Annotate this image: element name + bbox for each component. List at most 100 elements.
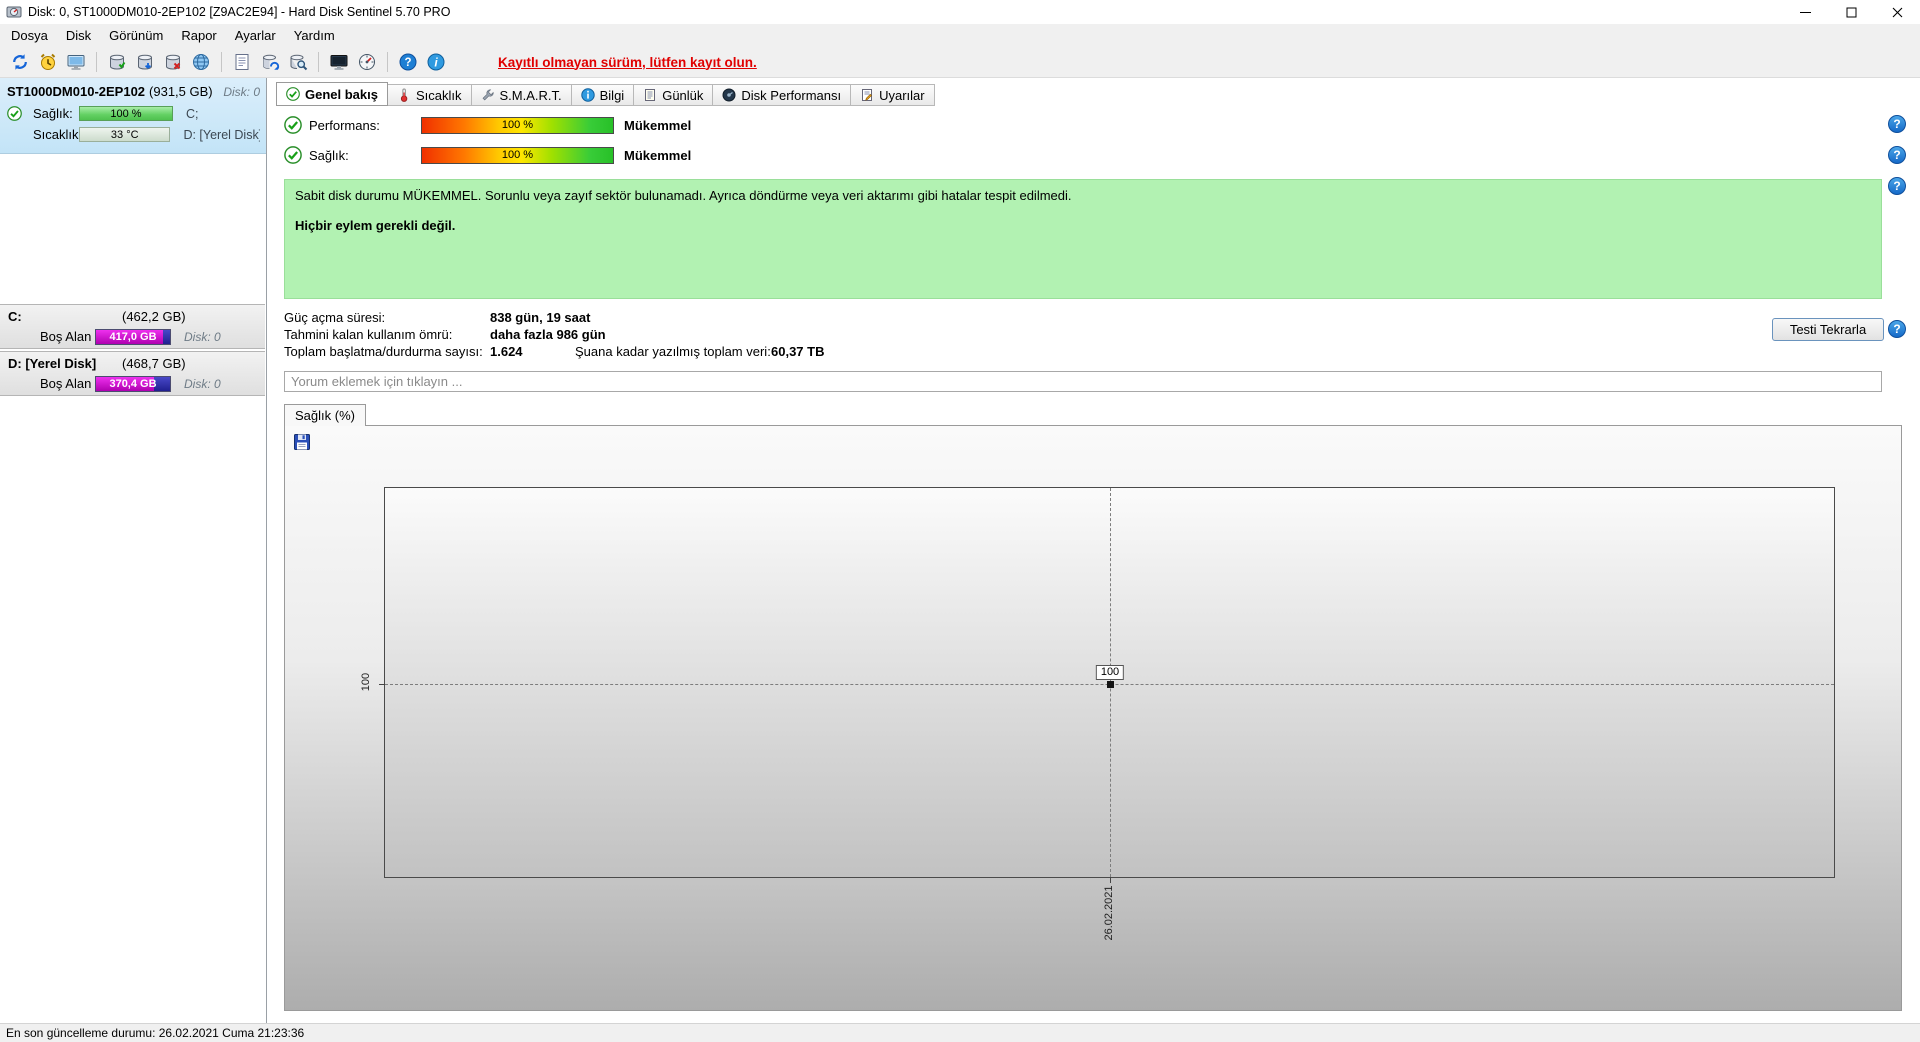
chart-tab-label: Sağlık (%) — [295, 408, 355, 423]
tab-label: Genel bakış — [305, 86, 378, 102]
stat-value: 60,37 TB — [771, 344, 825, 359]
alarm-icon[interactable] — [34, 49, 62, 75]
status-bar: En son güncelleme durumu: 26.02.2021 Cum… — [0, 1023, 1920, 1042]
report-icon[interactable] — [228, 49, 256, 75]
x-axis-tick — [1110, 877, 1111, 883]
status-bar-text: En son güncelleme durumu: 26.02.2021 Cum… — [6, 1026, 305, 1040]
partition-name: C: — [8, 309, 22, 324]
save-chart-icon[interactable] — [293, 433, 311, 451]
maximize-button[interactable] — [1828, 0, 1874, 24]
main-area: ST1000DM010-2EP102 (931,5 GB) Disk: 0 Sa… — [0, 78, 1920, 1023]
register-link[interactable]: Kayıtlı olmayan sürüm, lütfen kayıt olun… — [498, 55, 757, 70]
check-circle-icon — [7, 106, 22, 121]
action-text: Hiçbir eylem gerekli değil. — [295, 218, 456, 233]
sidebar: ST1000DM010-2EP102 (931,5 GB) Disk: 0 Sa… — [0, 78, 267, 1023]
drive-stats: Güç açma süresi: 838 gün, 19 saat Tahmin… — [284, 310, 1584, 362]
thermometer-icon — [400, 88, 408, 102]
disk-health-row: Sağlık: 100 % C; — [7, 105, 260, 122]
tab-gunluk[interactable]: Günlük — [633, 84, 714, 106]
log-icon — [645, 89, 656, 101]
tab-bilgi[interactable]: Bilgi — [570, 84, 635, 106]
performance-bar: 100 % — [421, 116, 614, 134]
help-icon[interactable]: ? — [1888, 177, 1906, 195]
svg-text:?: ? — [404, 57, 411, 69]
disk-detect-icon[interactable] — [131, 49, 159, 75]
partition-disk-number: Disk: 0 — [184, 330, 221, 344]
help-icon[interactable]: ? — [394, 49, 422, 75]
refresh-icon[interactable] — [6, 49, 34, 75]
tab-uyarilar[interactable]: Uyarılar — [850, 84, 935, 106]
menu-dosya[interactable]: Dosya — [2, 25, 57, 46]
monitor-icon[interactable] — [62, 49, 90, 75]
partition-capacity: (468,7 GB) — [122, 356, 186, 371]
health-bar: 100 % — [79, 106, 173, 121]
menu-yardim[interactable]: Yardım — [285, 25, 344, 46]
help-glyph: ? — [1893, 148, 1901, 162]
performance-value: 100 % — [501, 119, 534, 131]
help-icon[interactable]: ? — [1888, 320, 1906, 338]
performance-row: Performans: 100 % Mükemmel — [284, 114, 691, 136]
y-axis-tick-label: 100 — [360, 672, 372, 692]
partition-free-row: Boş Alan 417,0 GB Disk: 0 — [0, 328, 265, 349]
tab-genel-bakis[interactable]: Genel bakış — [276, 82, 388, 106]
menu-ayarlar[interactable]: Ayarlar — [226, 25, 285, 46]
tab-label: Sıcaklık — [415, 87, 462, 103]
menu-gorunum[interactable]: Görünüm — [100, 25, 172, 46]
screen-dark-icon[interactable] — [325, 49, 353, 75]
comment-input[interactable] — [284, 371, 1882, 392]
stat-value: 838 gün, 19 saat — [490, 310, 591, 325]
tab-smart[interactable]: S.M.A.R.T. — [470, 84, 572, 106]
window-title: Disk: 0, ST1000DM010-2EP102 [Z9AC2E94] -… — [28, 5, 451, 19]
chart-tab-health[interactable]: Sağlık (%) — [284, 404, 366, 426]
menu-disk[interactable]: Disk — [57, 25, 100, 46]
free-space-label: Boş Alan — [40, 376, 92, 391]
tab-bar: Genel bakış Sıcaklık S.M.A.R.T. Bilgi Gü… — [276, 82, 935, 106]
disk-refresh-icon[interactable] — [256, 49, 284, 75]
performance-rating: Mükemmel — [624, 117, 692, 133]
health-row: Sağlık: 100 % Mükemmel — [284, 144, 691, 166]
chart-plot-area: 100 — [379, 487, 1835, 883]
help-icon[interactable]: ? — [1888, 115, 1906, 133]
health-rating: Mükemmel — [624, 147, 692, 163]
check-circle-icon — [284, 146, 302, 164]
free-space-bar: 417,0 GB — [95, 329, 171, 345]
gauge-icon[interactable] — [353, 49, 381, 75]
tab-label: Bilgi — [599, 87, 625, 103]
temp-label: Sıcaklık: — [33, 127, 83, 142]
partition-letter-d: D: [Yerel Disk] — [183, 127, 260, 142]
help-icon[interactable]: ? — [1888, 146, 1906, 164]
tab-label: Disk Performansı — [741, 87, 842, 103]
disk-search-icon[interactable] — [284, 49, 312, 75]
disk-capacity: (931,5 GB) — [149, 84, 213, 99]
info-icon[interactable]: i — [422, 49, 450, 75]
free-space-label: Boş Alan — [40, 329, 92, 344]
data-point-label: 100 — [1095, 665, 1125, 680]
tab-sicaklik[interactable]: Sıcaklık — [386, 84, 472, 106]
health-label: Sağlık: — [309, 147, 349, 163]
alerts-icon — [862, 89, 873, 101]
minimize-button[interactable] — [1782, 0, 1828, 24]
tab-disk-performansi[interactable]: Disk Performansı — [712, 84, 852, 106]
titlebar: Disk: 0, ST1000DM010-2EP102 [Z9AC2E94] -… — [0, 0, 1920, 24]
network-disk-icon[interactable] — [187, 49, 215, 75]
menu-rapor[interactable]: Rapor — [172, 25, 225, 46]
close-button[interactable] — [1874, 0, 1920, 24]
tab-label: S.M.A.R.T. — [499, 87, 562, 103]
disk-model: ST1000DM010-2EP102 — [7, 84, 146, 99]
stat-row: Toplam başlatma/durdurma sayısı: 1.624 Ş… — [284, 344, 1584, 360]
status-message-box: Sabit disk durumu MÜKEMMEL. Sorunlu veya… — [284, 179, 1882, 299]
help-glyph: ? — [1893, 179, 1901, 193]
partition-letter-c: C; — [186, 106, 199, 121]
disk-test-icon[interactable] — [103, 49, 131, 75]
partition-item-c[interactable]: C: (462,2 GB) Boş Alan 417,0 GB Disk: 0 — [0, 304, 265, 349]
stat-label: Şuana kadar yazılmış toplam veri: — [575, 344, 771, 359]
check-circle-icon — [284, 116, 302, 134]
disk-remove-icon[interactable] — [159, 49, 187, 75]
disk-list-item-selected[interactable]: ST1000DM010-2EP102 (931,5 GB) Disk: 0 Sa… — [0, 78, 266, 154]
free-space-bar: 370,4 GB — [95, 376, 171, 392]
toolbar-separator — [387, 52, 388, 72]
toolbar-separator — [221, 52, 222, 72]
partition-item-d[interactable]: D: [Yerel Disk] (468,7 GB) Boş Alan 370,… — [0, 351, 265, 396]
health-chart-panel: 100 100 26.02.2021 — [284, 425, 1902, 1011]
retest-button[interactable]: Testi Tekrarla — [1772, 318, 1884, 341]
